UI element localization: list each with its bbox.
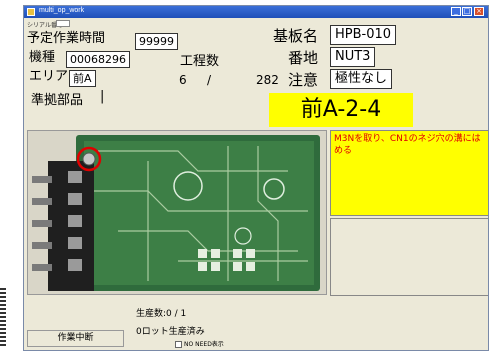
process-separator: / [207, 73, 212, 87]
board-name-value: HPB-010 [330, 25, 397, 45]
process-current: 6 [179, 73, 187, 87]
model-label: 機種 [29, 50, 56, 65]
window-title: multi_op_work [39, 7, 85, 14]
app-window: multi_op_work _ □ × シリアル番号 予定作業時間 99999 … [23, 5, 489, 351]
close-icon[interactable]: × [474, 7, 484, 16]
instruction-text: M3Nを取り、CN1のネジ穴の溝にはめる [330, 130, 488, 216]
serial-number-field[interactable] [56, 20, 70, 27]
area-label: エリア [29, 69, 69, 84]
parts-label: 準拠部品 [31, 93, 84, 108]
app-icon [27, 8, 35, 16]
planned-time-label: 予定作業時間 [27, 31, 106, 46]
address-value: NUT3 [330, 47, 376, 67]
process-total: 282 [256, 73, 279, 87]
maximize-icon[interactable]: □ [462, 7, 472, 16]
production-count: 生産数:0 / 1 [136, 309, 187, 319]
parts-value: | [100, 89, 105, 104]
planned-time-value: 99999 [135, 33, 178, 50]
board-photo [27, 130, 327, 295]
caution-value: 極性なし [330, 69, 393, 89]
step-location: 前A-2-4 [269, 93, 413, 127]
no-need-checkbox[interactable] [175, 341, 182, 348]
process-count-label: 工程数 [180, 54, 220, 69]
minimize-icon[interactable]: _ [451, 7, 461, 16]
stop-work-button[interactable]: 作業中断 [27, 330, 124, 347]
caution-label: 注意 [288, 71, 319, 89]
lot-status: 0ロット生産済み [136, 327, 205, 337]
title-bar: multi_op_work _ □ × [24, 6, 488, 18]
model-value: 00068296 [66, 51, 130, 68]
left-edge-strip [0, 288, 6, 348]
no-need-label: NO NEED表示 [184, 341, 224, 348]
area-value: 前A [69, 70, 96, 87]
board-name-label: 基板名 [273, 27, 319, 45]
no-need-toggle[interactable]: NO NEED表示 [175, 339, 224, 348]
secondary-panel [330, 218, 488, 296]
address-label: 番地 [288, 49, 319, 67]
pcb-image [28, 131, 326, 294]
